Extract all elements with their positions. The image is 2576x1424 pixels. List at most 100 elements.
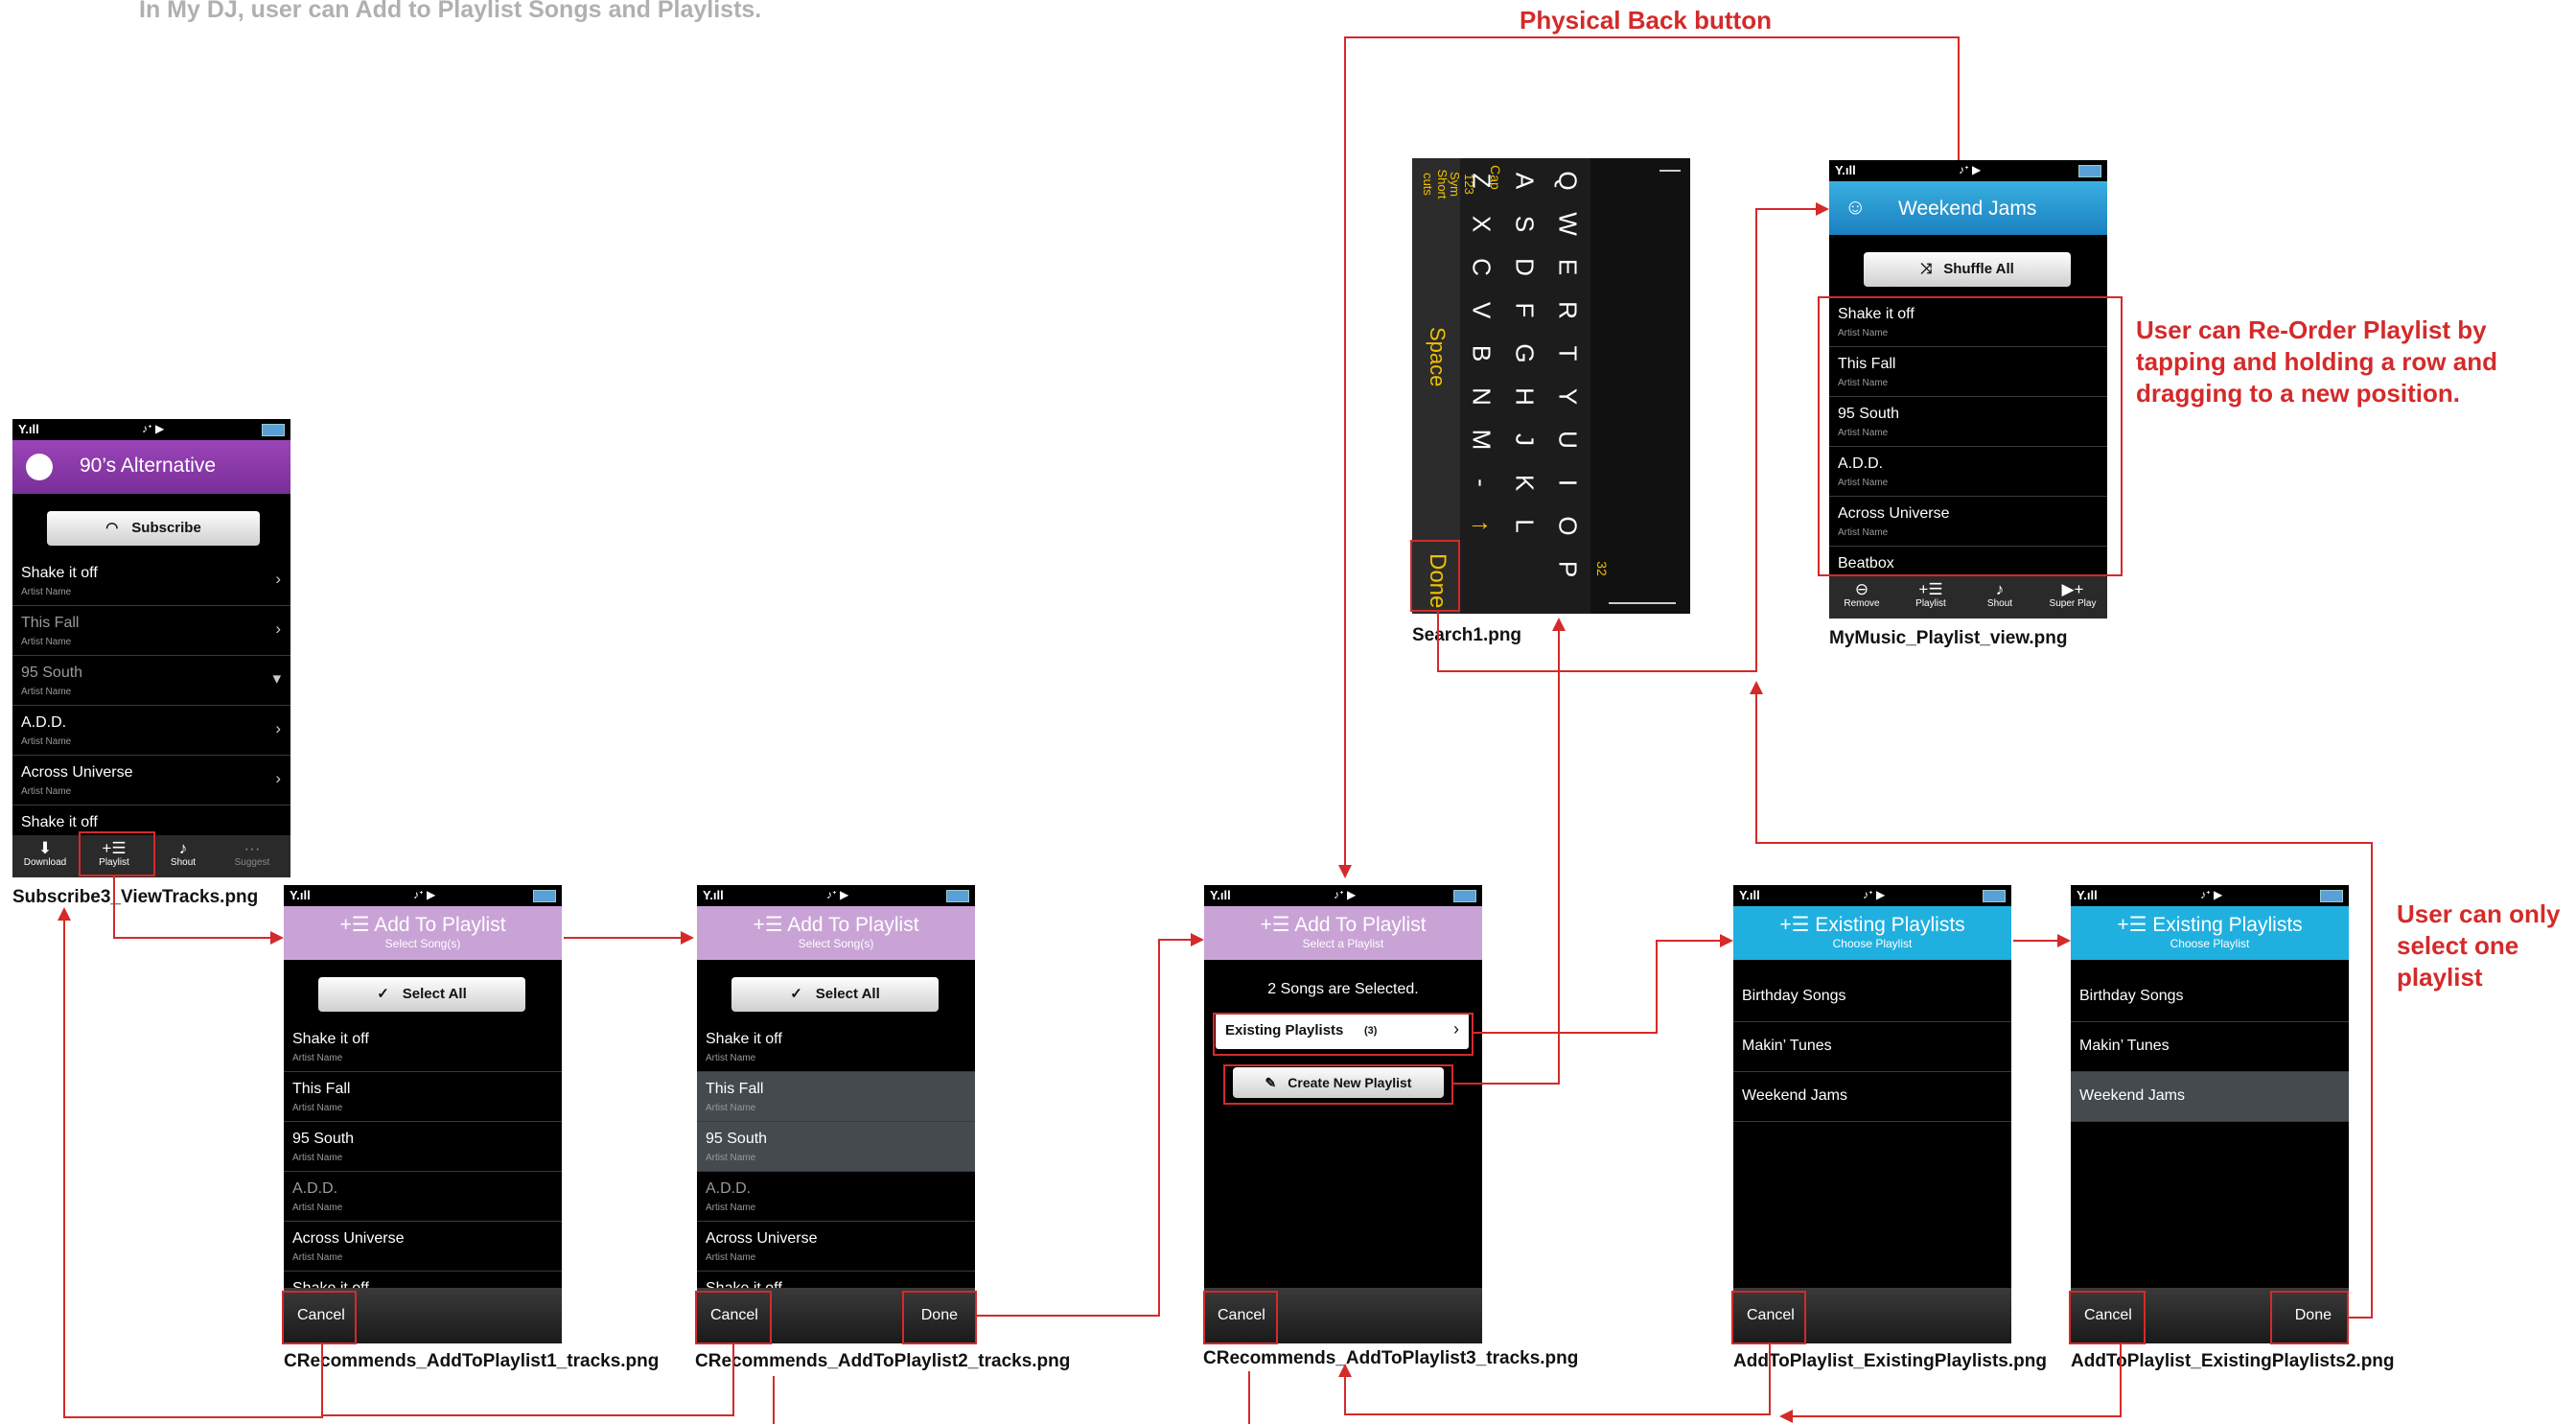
select-all-button[interactable]: ✓ Select All <box>731 977 939 1012</box>
track-row-selected[interactable]: 95 South Artist Name <box>697 1122 975 1172</box>
shout-icon: ♪ <box>178 839 188 857</box>
check-icon: ✓ <box>790 986 802 1002</box>
caption-subscribe: Subscribe3_ViewTracks.png <box>12 887 259 907</box>
key-p[interactable]: P <box>1553 549 1583 591</box>
key-a[interactable]: A <box>1510 160 1540 202</box>
track-row[interactable]: 95 South Artist Name ▾ <box>12 656 290 706</box>
key-n[interactable]: N <box>1467 376 1497 418</box>
key-b[interactable]: B <box>1467 333 1497 375</box>
highlight-cancel <box>1203 1291 1278 1344</box>
select-all-button[interactable]: ✓ Select All <box>318 977 525 1012</box>
key-s[interactable]: S <box>1510 203 1540 245</box>
connector <box>773 1376 775 1424</box>
key-d[interactable]: D <box>1510 246 1540 289</box>
key-shift[interactable]: ↑ <box>1467 505 1497 548</box>
user-icon: ☺ <box>1845 195 1867 219</box>
key-j[interactable]: J <box>1510 419 1540 461</box>
key-c[interactable]: C <box>1467 246 1497 289</box>
key-y[interactable]: Y <box>1553 376 1583 418</box>
track-row[interactable]: Shake it off Artist Name <box>284 1022 562 1072</box>
highlight-cancel <box>2069 1291 2146 1344</box>
connector <box>1769 1344 1771 1415</box>
arrow-up <box>1552 618 1566 631</box>
key-z[interactable]: Z <box>1467 160 1497 202</box>
arrow-right <box>1191 933 1204 946</box>
connector <box>1437 612 1439 672</box>
super-play-icon: ▶+ <box>2061 580 2084 598</box>
playlist-row[interactable]: Weekend Jams <box>1733 1072 2011 1122</box>
key-v[interactable]: V <box>1467 290 1497 332</box>
screen-existing-playlists-2: Y.ıll ♪ᐩ ▶ +☰ Existing Playlists Choose Pl… <box>2071 885 2349 1343</box>
subscribe-button[interactable]: ◠ Subscribe <box>47 511 260 546</box>
connector <box>1793 1415 2122 1417</box>
key-r[interactable]: R <box>1553 290 1583 332</box>
connector <box>1474 1032 1658 1034</box>
key-o[interactable]: O <box>1553 505 1583 548</box>
playlist-row-selected[interactable]: Weekend Jams <box>2071 1072 2349 1122</box>
connector <box>1344 1413 1771 1415</box>
connector <box>1453 1083 1560 1085</box>
add-playlist-icon: +☰ <box>1779 914 1816 936</box>
track-row[interactable]: Across Universe Artist Name › <box>12 756 290 805</box>
track-row[interactable]: Across Universe Artist Name <box>697 1222 975 1272</box>
track-row[interactable]: 95 South Artist Name <box>284 1122 562 1172</box>
playlist-header: 90’s Alternative <box>12 440 290 494</box>
add-playlist-icon: +☰ <box>1918 580 1943 598</box>
tab-suggest[interactable]: ··· Suggest <box>223 839 281 868</box>
tab-remove[interactable]: ⊖ Remove <box>1833 580 1891 609</box>
add-playlist-icon: +☰ <box>753 914 788 936</box>
track-row[interactable]: This Fall Artist Name <box>284 1072 562 1122</box>
key-h[interactable]: H <box>1510 376 1540 418</box>
download-icon: ▾ <box>272 669 281 688</box>
key-f[interactable]: F <box>1510 290 1540 332</box>
shuffle-all-button[interactable]: ⤨ Shuffle All <box>1864 252 2071 287</box>
track-row[interactable]: A.D.D. Artist Name › <box>12 706 290 756</box>
key-g[interactable]: G <box>1510 333 1540 375</box>
key-q[interactable]: Q <box>1553 160 1583 202</box>
key-e[interactable]: E <box>1553 246 1583 289</box>
key-dash[interactable]: - <box>1467 462 1497 504</box>
tab-shout[interactable]: ♪ Shout <box>154 839 212 868</box>
connector <box>1656 940 1720 942</box>
highlight-create-new <box>1223 1064 1453 1105</box>
key-m[interactable]: M <box>1467 419 1497 461</box>
key-k[interactable]: K <box>1510 462 1540 504</box>
key-t[interactable]: T <box>1553 333 1583 375</box>
key-w[interactable]: W <box>1553 203 1583 245</box>
key-l[interactable]: L <box>1510 505 1540 548</box>
highlight-done <box>902 1291 977 1344</box>
key-shortcuts[interactable]: Short cuts <box>1421 163 1450 205</box>
key-space[interactable]: Space <box>1425 327 1450 386</box>
disc-icon <box>26 454 53 480</box>
track-row[interactable]: Shake it off Artist Name › <box>12 556 290 606</box>
tab-shout[interactable]: ♪ Shout <box>1971 580 2029 609</box>
tab-playlist[interactable]: +☰ Playlist <box>1902 580 1960 609</box>
highlight-reorder-list <box>1818 296 2123 576</box>
arrow-right <box>1816 202 1829 216</box>
playlist-row[interactable]: Makin’ Tunes <box>2071 1022 2349 1072</box>
key-x[interactable]: X <box>1467 203 1497 245</box>
screen-subscribe-view-tracks: Y.ıll ♪ᐩ ▶ 90’s Alternative ◠ Subscribe Sh… <box>12 419 290 877</box>
add-header: +☰ Add To Playlist Select Song(s) <box>697 906 975 960</box>
key-u[interactable]: U <box>1553 419 1583 461</box>
more-icon: ··· <box>244 839 261 857</box>
connector <box>2349 1317 2373 1319</box>
connector <box>113 876 115 938</box>
track-row[interactable]: A.D.D. Artist Name <box>697 1172 975 1222</box>
connector <box>113 937 270 939</box>
playlist-row[interactable]: Birthday Songs <box>2071 972 2349 1022</box>
tab-download[interactable]: ⬇ Download <box>16 839 74 868</box>
highlight-existing <box>1213 1013 1474 1056</box>
track-row[interactable]: Shake it off Artist Name <box>697 1022 975 1072</box>
screen-add-to-playlist-2: Y.ıll ♪ᐩ ▶ +☰ Add To Playlist Select Song(… <box>697 885 975 1343</box>
playlist-row[interactable]: Makin’ Tunes <box>1733 1022 2011 1072</box>
tab-super-play[interactable]: ▶+ Super Play <box>2040 580 2105 609</box>
arrow-up <box>58 907 71 921</box>
connector <box>977 1315 1160 1317</box>
playlist-row[interactable]: Birthday Songs <box>1733 972 2011 1022</box>
track-row[interactable]: A.D.D. Artist Name <box>284 1172 562 1222</box>
track-row[interactable]: This Fall Artist Name › <box>12 606 290 656</box>
track-row-selected[interactable]: This Fall Artist Name <box>697 1072 975 1122</box>
key-i[interactable]: I <box>1553 462 1583 504</box>
track-row[interactable]: Across Universe Artist Name <box>284 1222 562 1272</box>
